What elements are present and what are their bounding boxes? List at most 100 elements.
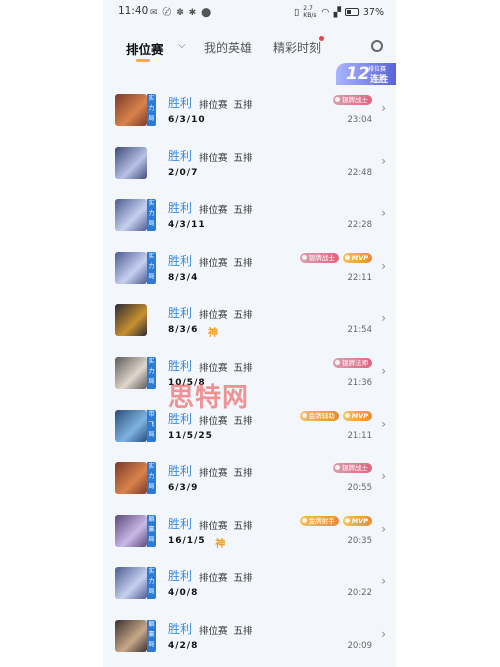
win-streak-badge: 12 排位赛 连胜 [336,63,396,85]
match-kda: 2/0/7 [168,167,199,178]
match-tag: 躺赢局 [147,620,156,652]
match-time: 20:22 [347,588,373,599]
hero-avatar [115,94,147,126]
medal-badge: 银牌法师 [333,358,372,368]
match-result: 胜利 [168,201,193,216]
gear-icon[interactable] [371,40,383,52]
hero-avatar [115,567,147,600]
match-mode: 排位赛 五排 [199,626,253,637]
chevron-right-icon[interactable]: › [381,206,386,220]
match-row[interactable]: 胜利 排位赛 五排 8/3/6 神 21:54 › [103,294,396,346]
medal-badge: 银牌战士 [333,95,372,105]
match-row[interactable]: 实力局 胜利 排位赛 五排 4/0/8 20:22 › [103,557,396,609]
badge-group: 金牌辅助 MVP [299,410,372,421]
mvp-badge: MVP [342,515,372,526]
chevron-right-icon[interactable]: › [381,574,386,588]
match-time: 20:35 [347,535,373,546]
chevron-right-icon[interactable]: › [381,311,386,325]
chevron-right-icon[interactable]: › [381,101,386,115]
match-mode: 排位赛 五排 [199,257,253,269]
hero-avatar [115,199,147,232]
tab-highlights[interactable]: 精彩时刻 [273,39,321,56]
match-row[interactable]: 躺赢局 胜利 排位赛 五排 16/1/5 神 金牌射手 MVP 20:35 › [103,505,396,557]
match-kda: 16/1/5 [168,535,206,546]
match-result: 胜利 [168,464,193,479]
chevron-right-icon[interactable]: › [381,154,386,168]
match-result: 胜利 [168,622,193,636]
match-tag: 躺赢局 [147,514,156,547]
match-time: 22:11 [347,272,373,283]
match-result: 胜利 [168,148,193,163]
watermark: 思特网 [168,383,250,413]
match-time: 21:54 [347,325,373,336]
god-mark: 神 [208,328,218,340]
hero-avatar [115,251,147,284]
match-kda: 4/2/8 [168,641,199,651]
hero-avatar [115,357,147,389]
battery-icon [344,8,359,16]
match-row[interactable]: 实力局 胜利 排位赛 五排 4/3/11 22:28 › [103,189,396,241]
match-row[interactable]: 实力局 胜利 排位赛 五排 6/3/10 银牌战士 23:04 › [103,84,396,136]
match-row[interactable]: 带飞局 胜利 排位赛 五排 11/5/25 金牌辅助 MVP 21:11 › [103,400,396,452]
hero-avatar [115,304,147,337]
hero-avatar [115,620,147,652]
status-time: 11:40 [118,5,149,17]
match-row[interactable]: 实力局 胜利 排位赛 五排 10/5/8 银牌法师 21:36 › [103,347,396,399]
match-row[interactable]: 胜利 排位赛 五排 2/0/7 22:48 › [103,137,396,189]
match-row[interactable]: 实力局 胜利 排位赛 五排 8/3/4 银牌战士 MVP 22:11 › [103,242,396,294]
medal-badge: 金牌辅助 [299,410,339,421]
header: 排位赛 ⌵ 我的英雄 精彩时刻 12 排位赛 连胜 [103,22,396,85]
wifi-icon: ◠ [321,6,330,18]
hero-avatar [115,514,147,547]
medal-badge: 金牌射手 [299,515,339,526]
chevron-right-icon[interactable]: › [381,364,386,378]
match-result: 胜利 [168,306,193,321]
match-mode: 排位赛 五排 [199,573,253,585]
hero-avatar [115,462,147,495]
chevron-down-icon[interactable]: ⌵ [178,40,186,51]
match-kda: 6/3/10 [168,115,206,125]
match-row[interactable]: 实力局 胜利 排位赛 五排 6/3/9 银牌战士 20:55 › [103,452,396,504]
tab-underline [136,59,150,62]
notification-icons: ✉ 〄 ✽ ✱ ⬤ [150,8,213,18]
match-kda: 4/3/11 [168,220,206,231]
match-mode: 排位赛 五排 [199,100,253,111]
mvp-badge: MVP [342,410,372,421]
chevron-right-icon[interactable]: › [381,522,386,536]
net-speed: 2.7 KB/s [303,5,317,19]
medal-badge: 银牌战士 [299,252,339,263]
match-result: 胜利 [168,253,193,268]
match-kda: 8/3/4 [168,272,199,283]
match-time: 20:55 [347,483,373,494]
tab-my-heroes[interactable]: 我的英雄 [204,39,252,56]
match-kda: 8/3/6 [168,325,199,336]
match-row[interactable]: 躺赢局 胜利 排位赛 五排 4/2/8 20:09 › [103,610,396,662]
match-kda: 4/0/8 [168,588,199,599]
match-time: 22:28 [347,220,373,231]
badge-group: 银牌战士 MVP [299,252,372,263]
match-tag: 实力局 [147,357,156,389]
status-bar: 11:40 ✉ 〄 ✽ ✱ ⬤ ▯ 2.7 KB/s ◠ ▞ 37% [103,0,396,22]
match-mode: 排位赛 五排 [199,415,253,427]
badge-group: 银牌战士 [333,95,372,105]
status-right: ▯ 2.7 KB/s ◠ ▞ 37% [294,5,384,19]
chevron-right-icon[interactable]: › [381,417,386,431]
chevron-right-icon[interactable]: › [381,469,386,483]
vibrate-icon: ▯ [294,6,300,18]
match-tag: 实力局 [147,251,156,284]
match-tag: 实力局 [147,199,156,232]
match-time: 21:11 [347,430,373,441]
hero-avatar [115,146,147,179]
badge-group: 银牌战士 [333,463,372,474]
tab-ranked[interactable]: 排位赛 [126,39,164,58]
match-tag: 带飞局 [147,409,156,442]
hero-avatar [115,409,147,442]
chevron-right-icon[interactable]: › [381,259,386,273]
match-time: 23:04 [347,115,373,125]
match-mode: 排位赛 五排 [199,468,253,480]
phone-screen: 11:40 ✉ 〄 ✽ ✱ ⬤ ▯ 2.7 KB/s ◠ ▞ 37% 排位赛 ⌵… [103,0,396,667]
match-result: 胜利 [168,516,193,531]
match-tag: 实力局 [147,567,156,600]
chevron-right-icon[interactable]: › [381,627,386,641]
match-time: 22:48 [347,167,373,178]
